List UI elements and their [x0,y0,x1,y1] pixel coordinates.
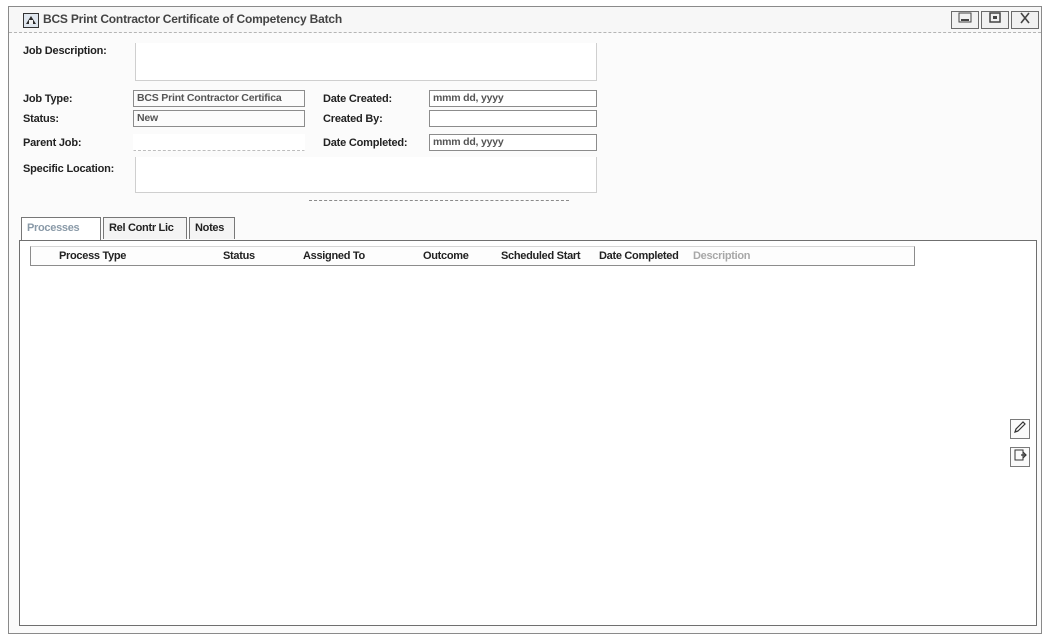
process-table-header: Process Type Status Assigned To Outcome … [30,246,915,266]
add-process-icon [1012,447,1028,468]
tab-processes-label: Processes [27,222,80,234]
tab-rel-contr-lic-label: Rel Contr Lic [109,222,174,234]
date-completed-field[interactable]: mmm dd, yyyy [429,134,597,151]
processes-panel: Process Type Status Assigned To Outcome … [19,240,1037,626]
maximize-button[interactable] [981,11,1009,29]
minimize-button[interactable] [951,11,979,29]
app-icon [23,13,39,28]
status-field[interactable]: New [133,110,305,127]
tab-notes-label: Notes [195,222,225,234]
job-type-field[interactable]: BCS Print Contractor Certifica [133,90,305,107]
tab-notes[interactable]: Notes [189,217,235,239]
edit-process-button[interactable] [1010,419,1030,439]
parent-job-label: Parent Job: [23,137,82,149]
status-label: Status: [23,113,59,125]
tab-rel-contr-lic[interactable]: Rel Contr Lic [103,217,187,239]
title-bar[interactable]: BCS Print Contractor Certificate of Comp… [9,7,1041,33]
column-header-scheduled-start[interactable]: Scheduled Start [501,250,581,262]
created-by-label: Created By: [323,113,383,125]
column-header-outcome[interactable]: Outcome [423,250,469,262]
column-header-description[interactable]: Description [693,250,751,262]
edit-process-icon [1012,419,1028,440]
parent-job-field[interactable] [133,134,305,151]
column-header-status[interactable]: Status [223,250,255,262]
created-by-field[interactable] [429,110,597,127]
job-window: BCS Print Contractor Certificate of Comp… [8,6,1042,634]
minimize-icon [957,11,973,29]
tab-processes[interactable]: Processes [21,217,101,241]
close-icon [1018,11,1032,29]
window-title: BCS Print Contractor Certificate of Comp… [43,12,342,26]
job-description-field[interactable] [135,43,597,81]
section-divider [309,200,569,201]
add-process-button[interactable] [1010,447,1030,467]
maximize-icon [988,11,1002,29]
job-description-label: Job Description: [23,45,107,57]
close-button[interactable] [1011,11,1039,29]
column-header-date-completed[interactable]: Date Completed [599,250,679,262]
column-header-process-type[interactable]: Process Type [59,250,126,262]
specific-location-field[interactable] [135,157,597,193]
specific-location-label: Specific Location: [23,163,115,175]
date-created-label: Date Created: [323,93,392,105]
job-type-label: Job Type: [23,93,73,105]
date-completed-label: Date Completed: [323,137,408,149]
column-header-assigned-to[interactable]: Assigned To [303,250,365,262]
date-created-field[interactable]: mmm dd, yyyy [429,90,597,107]
